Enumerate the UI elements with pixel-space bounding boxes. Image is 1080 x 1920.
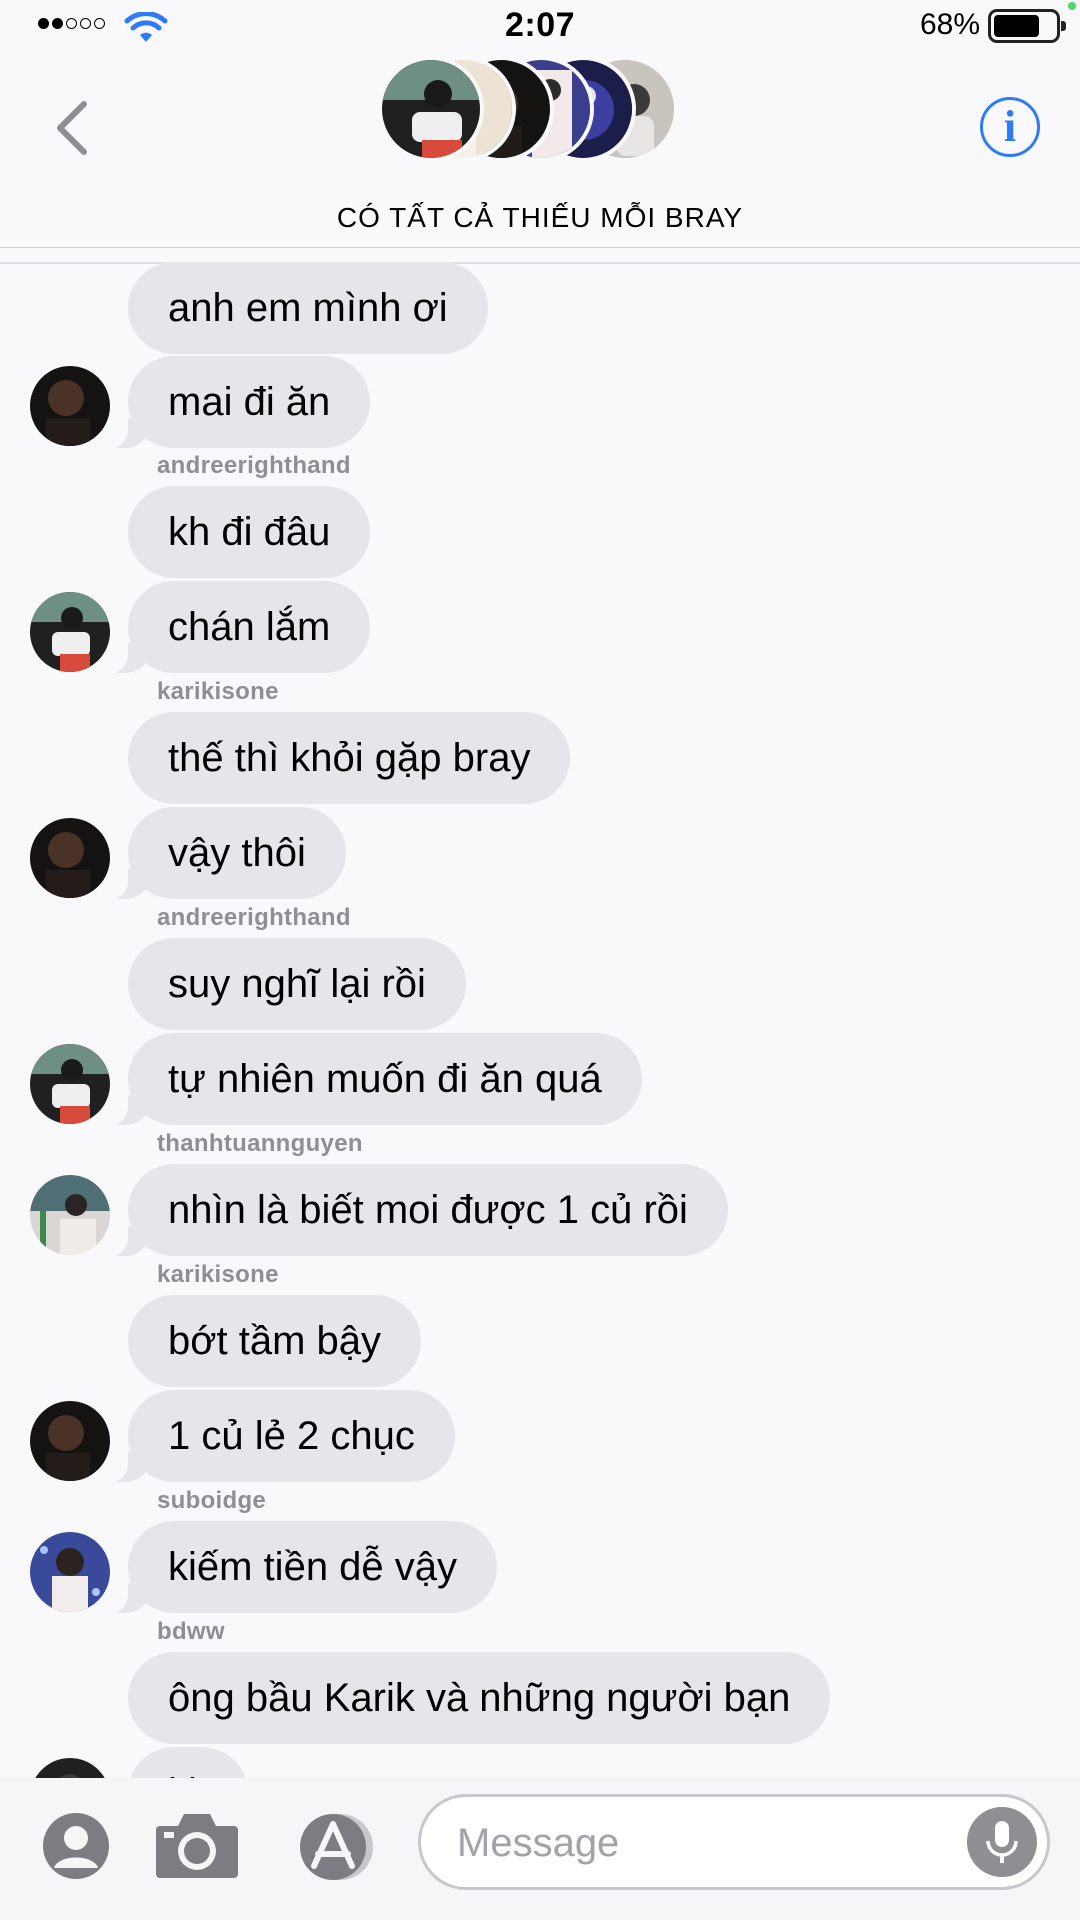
group-avatar-stack[interactable] xyxy=(378,56,678,166)
info-icon[interactable]: i xyxy=(980,97,1040,157)
message-text: tự nhiên muốn đi ăn quá xyxy=(168,1057,602,1101)
sender-avatar[interactable] xyxy=(30,818,110,898)
sender-name: andreerighthand xyxy=(157,452,351,479)
battery-icon xyxy=(988,9,1066,43)
message-text: nhìn là biết moi được 1 củ rồi xyxy=(168,1188,688,1232)
group-member-avatar xyxy=(378,56,484,162)
charging-indicator xyxy=(1068,2,1076,10)
app-store-icon[interactable] xyxy=(290,1812,382,1882)
message-text: bớt tầm bậy xyxy=(168,1319,381,1363)
message-text: suy nghĩ lại rồi xyxy=(168,962,426,1006)
message-list[interactable]: anh em mình ơi mai đi ăn andreerighthand… xyxy=(0,262,1080,1778)
message-text: kk xyxy=(168,1771,208,1778)
microphone-icon xyxy=(986,1821,1018,1863)
sender-avatar[interactable] xyxy=(30,1532,110,1612)
message-bubble[interactable]: bớt tầm bậy xyxy=(128,1295,421,1387)
conversation-title: CÓ TẤT CẢ THIẾU MỖI BRAY xyxy=(336,202,744,233)
message-bubble[interactable]: nhìn là biết moi được 1 củ rồi xyxy=(94,1164,728,1258)
message-text: thế thì khỏi gặp bray xyxy=(168,736,531,780)
message-text: ông bầu Karik và những người bạn xyxy=(168,1676,791,1720)
message-field[interactable] xyxy=(418,1794,1050,1890)
sender-name: karikisone xyxy=(157,678,279,705)
status-time: 2:07 xyxy=(504,6,576,44)
sender-avatar[interactable] xyxy=(30,1401,110,1481)
sender-avatar[interactable] xyxy=(30,1758,110,1778)
message-bubble[interactable]: chán lắm xyxy=(93,581,371,675)
battery-percent: 68% xyxy=(919,8,980,41)
sender-name: karikisone xyxy=(157,1261,279,1288)
conversation-header: i CÓ TẤT CẢ THIẾU MỖI BRAY xyxy=(0,52,1080,248)
sender-name: bdww xyxy=(157,1618,225,1645)
message-bubble[interactable]: mai đi ăn xyxy=(93,356,371,450)
message-bubble[interactable]: tự nhiên muốn đi ăn quá xyxy=(94,1033,642,1127)
message-input[interactable] xyxy=(457,1815,937,1871)
message-bubble[interactable]: 1 củ lẻ 2 chục xyxy=(94,1390,455,1484)
sender-avatar[interactable] xyxy=(30,592,110,672)
message-text: 1 củ lẻ 2 chục xyxy=(168,1414,415,1458)
camera-icon[interactable] xyxy=(154,1810,240,1880)
sender-avatar[interactable] xyxy=(30,366,110,446)
message-text: kh đi đâu xyxy=(168,510,331,554)
message-bubble[interactable]: thế thì khỏi gặp bray xyxy=(128,712,571,804)
message-bubble[interactable]: kiếm tiền dễ vậy xyxy=(93,1521,498,1615)
message-text: chán lắm xyxy=(168,605,331,649)
message-text: anh em mình ơi xyxy=(168,286,448,330)
sender-name: thanhtuannguyen xyxy=(157,1130,363,1157)
message-bubble[interactable]: anh em mình ơi xyxy=(128,262,488,354)
sender-avatar[interactable] xyxy=(30,1175,110,1255)
message-bubble[interactable]: kk xyxy=(128,1747,248,1778)
status-bar: 2:07 68% xyxy=(0,0,1080,52)
message-text: vậy thôi xyxy=(168,831,306,875)
person-icon[interactable] xyxy=(42,1812,110,1880)
message-bubble[interactable]: kh đi đâu xyxy=(128,486,371,578)
message-bubble[interactable]: vậy thôi xyxy=(94,807,346,901)
sender-name: suboidge xyxy=(157,1487,267,1514)
compose-bar xyxy=(0,1778,1080,1920)
sender-avatar[interactable] xyxy=(30,1044,110,1124)
message-text: kiếm tiền dễ vậy xyxy=(168,1545,458,1589)
microphone-button[interactable] xyxy=(967,1807,1037,1877)
message-bubble[interactable]: ông bầu Karik và những người bạn xyxy=(128,1652,831,1744)
message-bubble[interactable]: suy nghĩ lại rồi xyxy=(128,938,466,1030)
sender-name: andreerighthand xyxy=(157,904,351,931)
message-text: mai đi ăn xyxy=(168,380,331,424)
back-chevron-icon[interactable] xyxy=(46,96,96,160)
